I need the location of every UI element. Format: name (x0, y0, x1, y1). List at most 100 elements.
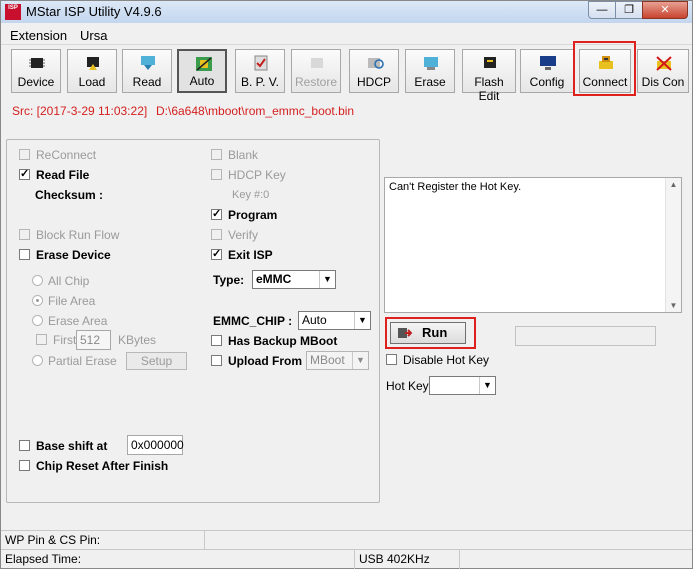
read-file-label: Read File (36, 168, 90, 182)
chevron-down-icon: ▼ (479, 377, 495, 394)
disconnect-button[interactable]: Dis Con (637, 49, 689, 93)
check-mark-icon: ✓ (212, 248, 222, 260)
program-checkbox[interactable]: ✓ Program (211, 207, 277, 223)
progress-bar (515, 326, 656, 346)
radio-circle (32, 355, 43, 366)
program-label: Program (228, 208, 278, 222)
checkbox-box: ✓ (211, 208, 222, 220)
file-area-radio[interactable]: File Area (32, 293, 95, 309)
base-shift-label: Base shift at (36, 439, 108, 453)
reconnect-label: ReConnect (36, 148, 97, 162)
title-bar: ISP MStar ISP Utility V4.9.6 — ❐ ✕ (1, 1, 692, 23)
device-label: Device (17, 75, 55, 89)
all-chip-label: All Chip (48, 274, 90, 288)
radio-dot (36, 299, 39, 302)
connect-highlight (573, 41, 636, 96)
blank-checkbox[interactable]: Blank (211, 147, 258, 163)
upload-from-select[interactable]: MBoot ▼ (306, 351, 369, 370)
verify-checkbox[interactable]: Verify (211, 227, 258, 243)
auto-icon (196, 57, 212, 71)
run-button[interactable]: Run (390, 322, 466, 344)
bpv-icon (254, 55, 268, 71)
log-scrollbar[interactable]: ▲ ▼ (665, 178, 681, 312)
erase-area-radio[interactable]: Erase Area (32, 313, 107, 329)
checkbox-box (36, 334, 47, 345)
erase-button[interactable]: Erase (405, 49, 455, 93)
menu-extension[interactable]: Extension (10, 28, 67, 43)
maximize-button[interactable]: ❐ (615, 1, 643, 19)
checkbox-box (19, 440, 30, 451)
read-file-checkbox[interactable]: ✓ Read File (19, 167, 89, 183)
menu-ursa[interactable]: Ursa (80, 28, 107, 43)
erase-device-checkbox[interactable]: Erase Device (19, 247, 111, 263)
disconnect-icon (656, 56, 672, 71)
has-backup-checkbox[interactable]: Has Backup MBoot (211, 333, 337, 349)
read-button[interactable]: Read (122, 49, 172, 93)
restore-button[interactable]: Restore (291, 49, 341, 93)
log-output[interactable]: Can't Register the Hot Key. ▲ ▼ (384, 177, 682, 313)
exit-isp-checkbox[interactable]: ✓ Exit ISP (211, 247, 273, 263)
checkbox-box (19, 249, 30, 260)
partial-erase-label: Partial Erase (48, 354, 117, 368)
restore-label: Restore (294, 75, 338, 89)
read-label: Read (132, 75, 162, 89)
hdcp-label: HDCP (356, 75, 391, 89)
reconnect-checkbox[interactable]: ReConnect (19, 147, 96, 163)
hdcp-icon (368, 58, 384, 69)
hdcp-button[interactable]: HDCP (349, 49, 399, 93)
erase-label: Erase (414, 75, 446, 89)
source-path: D:\6a648\mboot\rom_emmc_boot.bin (156, 104, 355, 118)
partial-erase-radio[interactable]: Partial Erase (32, 353, 117, 369)
base-shift-checkbox[interactable]: Base shift at (19, 438, 107, 454)
checkbox-box (211, 335, 222, 346)
elapsed-time-status: Elapsed Time: (1, 550, 355, 569)
device-button[interactable]: Device (11, 49, 61, 93)
block-run-flow-checkbox[interactable]: Block Run Flow (19, 227, 119, 243)
close-button[interactable]: ✕ (642, 1, 688, 19)
base-shift-input[interactable]: 0x000000 (127, 435, 184, 455)
hot-key-select[interactable]: ▼ (429, 376, 496, 395)
chip-reset-checkbox[interactable]: Chip Reset After Finish (19, 458, 168, 474)
radio-circle (32, 315, 43, 326)
read-arrow-icon (141, 56, 155, 70)
app-logo-icon: ISP (5, 4, 21, 20)
app-window: ISP MStar ISP Utility V4.9.6 — ❐ ✕ Exten… (0, 0, 693, 569)
check-mark-icon: ✓ (20, 168, 30, 180)
run-label: Run (422, 325, 448, 340)
chevron-down-icon: ▼ (354, 312, 370, 329)
scroll-down-icon[interactable]: ▼ (666, 301, 681, 310)
hdcp-key-label: HDCP Key (228, 168, 286, 182)
all-chip-radio[interactable]: All Chip (32, 273, 89, 289)
first-checkbox[interactable]: First (36, 332, 76, 348)
load-label: Load (78, 75, 106, 89)
scroll-up-icon[interactable]: ▲ (666, 180, 681, 189)
auto-button[interactable]: Auto (177, 49, 227, 93)
setup-button[interactable]: Setup (126, 352, 187, 370)
kbytes-label: KBytes (118, 333, 157, 347)
emmc-chip-select[interactable]: Auto ▼ (298, 311, 371, 330)
bpv-label: B. P. V. (240, 75, 280, 89)
first-kbytes-input[interactable]: 512 (76, 330, 111, 350)
upload-from-checkbox[interactable]: Upload From (211, 353, 302, 369)
block-run-flow-label: Block Run Flow (36, 228, 120, 242)
checkbox-box (19, 149, 30, 160)
hdcp-key-checkbox[interactable]: HDCP Key (211, 167, 286, 183)
flash-edit-icon (484, 57, 496, 68)
minimize-button[interactable]: — (588, 1, 616, 19)
checkbox-box (211, 169, 222, 180)
flash-edit-button[interactable]: Flash Edit (462, 49, 516, 103)
checkbox-box (211, 149, 222, 160)
flash-edit-label: Flash Edit (474, 75, 504, 103)
disable-hot-key-checkbox[interactable]: Disable Hot Key (386, 352, 489, 368)
verify-label: Verify (228, 228, 259, 242)
config-button[interactable]: Config (520, 49, 574, 93)
upload-from-label: Upload From (228, 354, 302, 368)
source-date: Src: [2017-3-29 11:03:22] (12, 104, 148, 118)
radio-circle (32, 275, 43, 286)
bpv-button[interactable]: B. P. V. (235, 49, 285, 93)
load-button[interactable]: Load (67, 49, 117, 93)
checkbox-box (386, 354, 397, 365)
type-select[interactable]: eMMC ▼ (252, 270, 336, 289)
checkbox-box (19, 229, 30, 240)
chip-icon (29, 58, 45, 68)
